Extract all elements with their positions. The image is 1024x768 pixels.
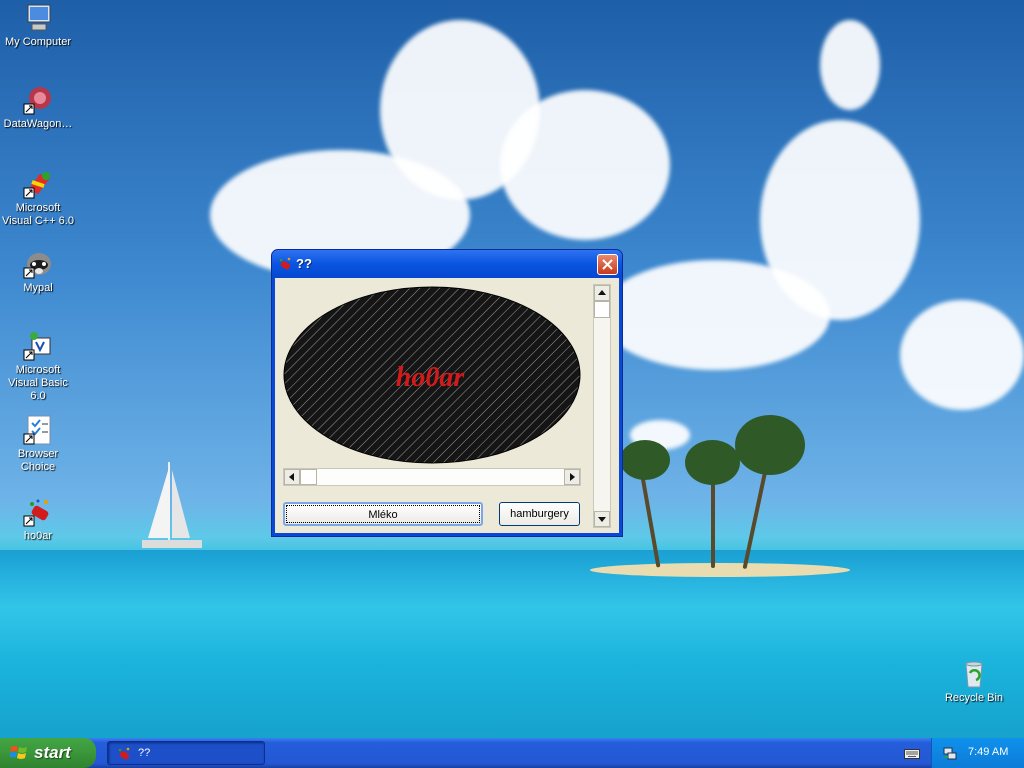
- system-tray: 7:49 AM: [931, 738, 1024, 768]
- visual-cpp-icon: [23, 172, 50, 199]
- keyboard-icon[interactable]: [904, 746, 920, 760]
- desktop-icon-recycle-bin[interactable]: Recycle Bin: [936, 658, 1012, 705]
- network-icon[interactable]: [942, 745, 958, 761]
- desktop-icon-visual-basic[interactable]: Microsoft Visual Basic 6.0: [0, 330, 76, 403]
- recycle-bin-icon: [965, 661, 983, 688]
- arrow-down-icon: [598, 517, 606, 522]
- taskbar-app-label: ??: [138, 747, 151, 759]
- windows-logo-icon: [10, 746, 27, 759]
- vertical-scrollbar[interactable]: [593, 284, 611, 528]
- desktop-icon-label: My Computer: [4, 36, 72, 48]
- canvas-text: ho0ar: [396, 362, 466, 393]
- ho0ar-icon: [23, 499, 49, 527]
- desktop-icon-label: Browser Choice: [17, 448, 59, 473]
- hamburgery-button[interactable]: hamburgery: [499, 502, 580, 526]
- horizontal-scrollbar[interactable]: [283, 468, 581, 486]
- scroll-down-button[interactable]: [594, 511, 610, 527]
- desktop-icon-label: Microsoft Visual Basic 6.0: [8, 364, 68, 402]
- mypal-icon: [23, 253, 51, 279]
- desktop-icon-ho0ar[interactable]: ho0ar: [0, 496, 76, 543]
- scroll-up-button[interactable]: [594, 285, 610, 301]
- desktop-icon-my-computer[interactable]: My Computer: [0, 2, 76, 49]
- app-icon: [118, 747, 130, 760]
- scroll-right-button[interactable]: [564, 469, 580, 485]
- app-window: ?? ho0ar Mléko hamburgery: [271, 249, 623, 537]
- browser-choice-icon: [23, 415, 51, 445]
- desktop-icon-mypal[interactable]: Mypal: [0, 248, 76, 295]
- start-label: start: [34, 743, 71, 762]
- scroll-left-button[interactable]: [284, 469, 300, 485]
- arrow-left-icon: [289, 473, 294, 481]
- arrow-right-icon: [570, 473, 575, 481]
- drawing-canvas: ho0ar: [283, 286, 581, 464]
- start-button[interactable]: start: [0, 738, 96, 768]
- my-computer-icon: [27, 4, 51, 31]
- window-title: ??: [296, 256, 312, 271]
- close-button[interactable]: [597, 254, 618, 275]
- desktop-icon-label: Recycle Bin: [944, 692, 1004, 704]
- desktop-icon-label: DataWagon…: [3, 118, 73, 130]
- mleko-button[interactable]: Mléko: [283, 502, 483, 526]
- datawagon-icon: [23, 87, 51, 115]
- horizontal-scroll-thumb[interactable]: [300, 469, 317, 485]
- desktop-icon-label: Mypal: [23, 282, 53, 294]
- window-client-area: ho0ar Mléko hamburgery: [275, 278, 619, 533]
- clock[interactable]: 7:49 AM: [968, 746, 1008, 758]
- vertical-scroll-thumb[interactable]: [594, 301, 610, 318]
- desktop-icon-datawagon[interactable]: DataWagon…: [0, 84, 76, 131]
- desktop-icon-browser-choice[interactable]: Browser Choice: [0, 414, 76, 474]
- taskbar: start ?? 7:49 AM: [0, 738, 1024, 768]
- taskbar-app-button[interactable]: ??: [107, 741, 265, 765]
- desktop-icon-label: ho0ar: [23, 530, 53, 542]
- window-titlebar[interactable]: ??: [272, 250, 622, 278]
- desktop-icon-visual-cpp[interactable]: Microsoft Visual C++ 6.0: [0, 168, 76, 228]
- app-icon: [279, 257, 291, 270]
- arrow-up-icon: [598, 290, 606, 295]
- close-icon: [602, 259, 613, 270]
- desktop-icon-label: Microsoft Visual C++ 6.0: [2, 202, 74, 227]
- visual-basic-icon: [23, 332, 51, 361]
- sailboat: [142, 464, 202, 548]
